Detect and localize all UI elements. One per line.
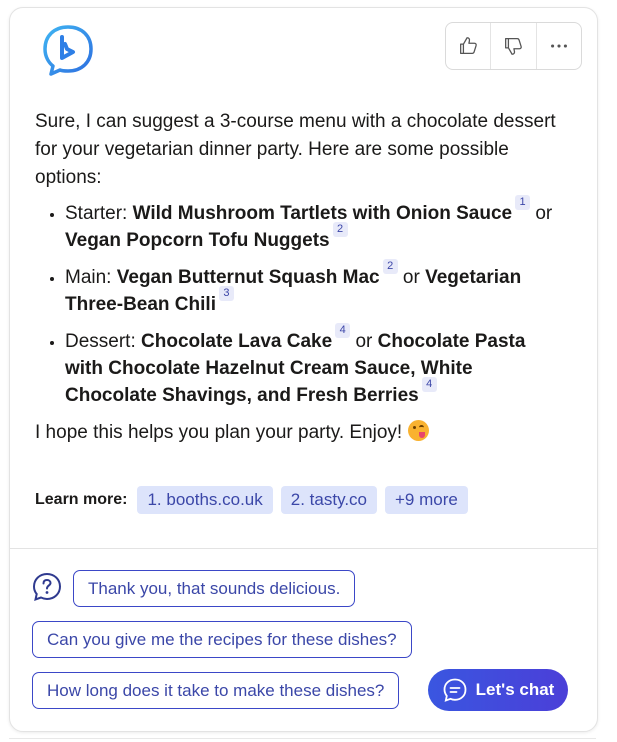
citation-link[interactable]: 4 <box>335 323 351 338</box>
source-link-booths[interactable]: 1. booths.co.uk <box>137 486 273 514</box>
learn-more-label: Learn more: <box>35 491 128 508</box>
source-link-tasty[interactable]: 2. tasty.co <box>280 486 377 514</box>
closing-text: I hope this helps you plan your party. E… <box>35 419 560 447</box>
question-bubble-icon <box>32 572 62 602</box>
lets-chat-label: Let's chat <box>475 680 555 699</box>
joiner: or <box>530 203 553 224</box>
suggestion-chip[interactable]: Thank you, that sounds delicious. <box>73 570 356 607</box>
lets-chat-button[interactable]: Let's chat <box>428 669 568 711</box>
message-body: Sure, I can suggest a 3-course menu with… <box>35 108 560 447</box>
chat-response-card: Sure, I can suggest a 3-course menu with… <box>9 7 598 732</box>
citation-link[interactable]: 4 <box>421 377 437 392</box>
more-options-button[interactable] <box>535 23 581 69</box>
list-item: Starter: Wild Mushroom Tartlets with Oni… <box>65 195 560 254</box>
face-savoring-food-emoji <box>408 420 430 441</box>
more-sources-link[interactable]: +9 more <box>385 486 468 514</box>
course-prefix: Dessert: <box>65 331 142 352</box>
divider <box>9 738 596 739</box>
joiner: or <box>397 267 426 288</box>
citation-link[interactable]: 3 <box>218 286 234 301</box>
menu-list: Starter: Wild Mushroom Tartlets with Oni… <box>35 195 560 409</box>
list-item: Dessert: Chocolate Lava Cake4 or Chocola… <box>65 323 560 409</box>
intro-text: Sure, I can suggest a 3-course menu with… <box>35 111 556 188</box>
closing-sentence: I hope this helps you plan your party. E… <box>35 422 403 443</box>
course-prefix: Starter: <box>65 203 133 224</box>
like-button[interactable] <box>446 23 490 69</box>
citation-link[interactable]: 2 <box>382 259 398 274</box>
course-prefix: Main: <box>65 267 117 288</box>
tongue-shape <box>419 432 426 438</box>
dish-option: Wild Mushroom Tartlets with Onion Sauce <box>132 203 513 224</box>
learn-more-row: Learn more: 1. booths.co.uk 2. tasty.co … <box>35 486 468 514</box>
joiner: or <box>350 331 378 352</box>
suggestion-chip[interactable]: Can you give me the recipes for these di… <box>32 621 412 658</box>
chat-bubble-icon <box>443 678 467 702</box>
dish-option: Chocolate Lava Cake <box>141 331 333 352</box>
dislike-button[interactable] <box>490 23 535 69</box>
thumbs-down-icon <box>505 38 523 55</box>
feedback-toolbar <box>445 22 582 70</box>
suggestion-chip[interactable]: How long does it take to make these dish… <box>32 672 400 709</box>
thumbs-up-icon <box>460 37 477 54</box>
citation-link[interactable]: 1 <box>515 195 531 210</box>
divider <box>10 548 597 549</box>
dish-option: Vegan Butternut Squash Mac <box>116 267 380 288</box>
list-item: Main: Vegan Butternut Squash Mac2 or Veg… <box>65 259 560 318</box>
more-options-icon <box>550 44 567 48</box>
bing-logo-icon <box>43 25 93 76</box>
citation-link[interactable]: 2 <box>332 222 348 237</box>
dish-option: Vegan Popcorn Tofu Nuggets <box>65 230 330 251</box>
